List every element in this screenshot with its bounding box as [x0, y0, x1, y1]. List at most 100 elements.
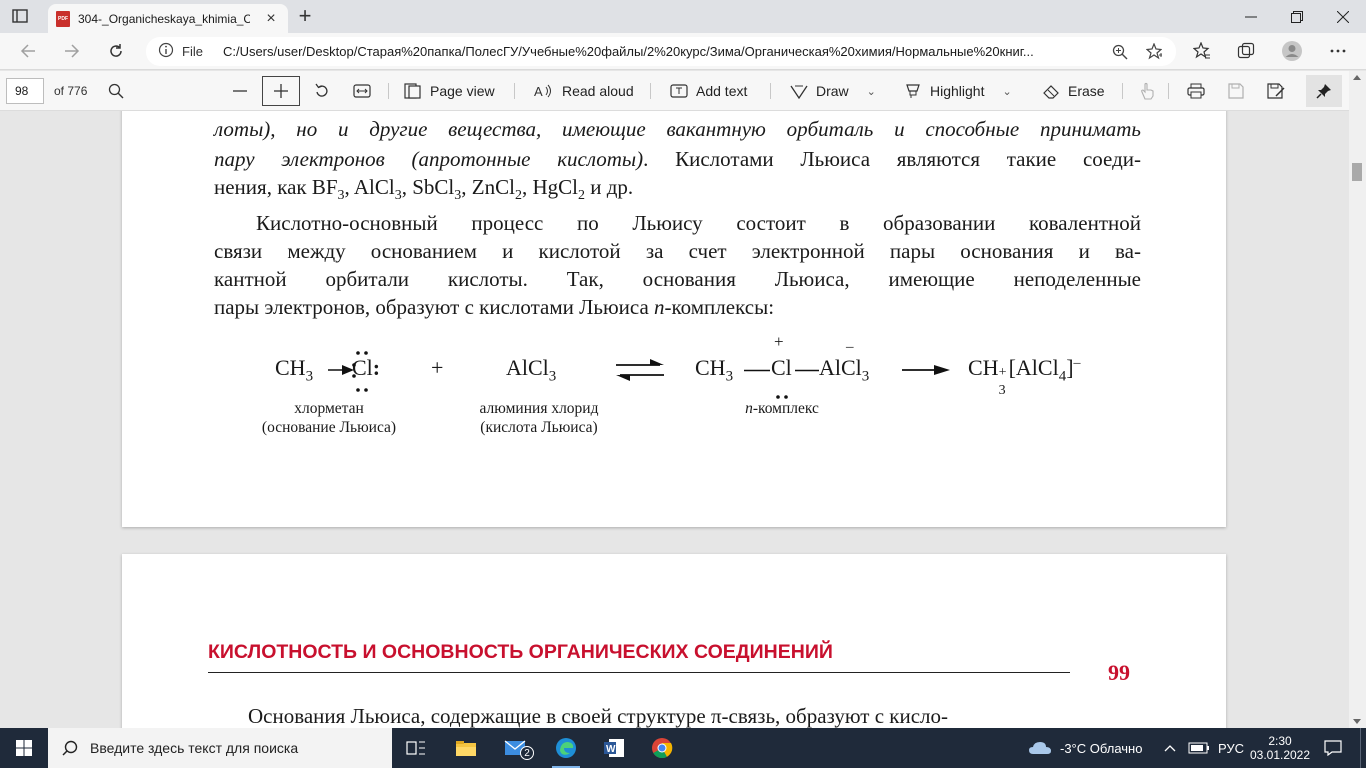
product-formula: CH +3 [AlCl4]–: [968, 355, 1081, 398]
more-menu-icon[interactable]: [1324, 38, 1352, 64]
info-icon[interactable]: [158, 42, 174, 61]
show-desktop-button[interactable]: [1360, 728, 1366, 768]
close-tab-icon[interactable]: ×: [262, 10, 280, 28]
subscript: 3: [337, 188, 345, 204]
fit-width-icon[interactable]: [350, 79, 374, 103]
toolbar-divider: [1122, 83, 1123, 99]
save-as-icon[interactable]: [1264, 79, 1288, 103]
highlight-label: Highlight: [930, 83, 985, 99]
cloud-icon: [1029, 742, 1051, 754]
draw-label: Draw: [816, 83, 849, 99]
start-button[interactable]: [0, 728, 48, 768]
rotate-icon[interactable]: [310, 79, 334, 103]
battery-icon[interactable]: [1188, 728, 1210, 768]
eraser-icon: [1043, 85, 1059, 99]
caption-acid-name: алюминия хлорид: [479, 400, 599, 417]
file-explorer-icon[interactable]: [442, 728, 490, 768]
highlight-button[interactable]: Highlight ⌄: [904, 79, 1012, 103]
draw-button[interactable]: Draw ⌄: [790, 79, 876, 103]
page-view-icon: [404, 83, 421, 99]
search-icon: [62, 740, 78, 756]
refresh-icon[interactable]: [102, 38, 130, 64]
close-window-icon[interactable]: [1320, 0, 1366, 33]
address-url[interactable]: C:/Users/user/Desktop/Старая%20папка/Пол…: [223, 44, 1093, 59]
paragraph-line: кантной орбитали кислоты. Так, основания…: [214, 267, 1141, 291]
page-view-button[interactable]: Page view: [404, 79, 495, 103]
pin-icon: [1316, 84, 1331, 99]
add-text-button[interactable]: Add text: [670, 79, 747, 103]
save-icon[interactable]: [1224, 79, 1248, 103]
tab-actions-icon[interactable]: [8, 5, 32, 27]
minimize-icon[interactable]: [1228, 0, 1274, 33]
italic-text: пару электронов (апротонные кислоты): [214, 147, 644, 171]
text: нения, как BF: [214, 175, 338, 199]
draw-dropdown-chevron-icon[interactable]: ⌄: [867, 85, 876, 98]
n-complex-alcl3: AlCl3: [819, 355, 870, 385]
text: -комплексы:: [664, 295, 775, 319]
clock-time: 2:30: [1268, 734, 1292, 748]
svg-text:A: A: [534, 84, 543, 99]
scroll-up-icon[interactable]: [1353, 75, 1361, 80]
read-aloud-button[interactable]: A Read aloud: [534, 79, 634, 103]
page-number-input[interactable]: 98: [6, 78, 44, 104]
task-view-icon[interactable]: [392, 728, 440, 768]
active-tab[interactable]: PDF 304-_Organicheskaya_khimia_Ch ×: [48, 4, 288, 33]
show-hidden-icons-icon[interactable]: [1164, 728, 1176, 768]
add-text-icon: [670, 84, 688, 98]
toolbar-divider: [388, 83, 389, 99]
highlight-dropdown-chevron-icon[interactable]: ⌄: [1002, 85, 1011, 98]
zoom-in-button[interactable]: [262, 76, 300, 106]
text: , AlCl: [344, 175, 395, 199]
language-indicator[interactable]: РУС: [1218, 728, 1244, 768]
mail-icon[interactable]: 2: [492, 728, 540, 768]
subscript: 2: [514, 188, 522, 204]
mail-badge: 2: [520, 746, 534, 760]
collections-icon[interactable]: [1232, 38, 1260, 64]
text: , SbCl: [401, 175, 455, 199]
page-view-label: Page view: [430, 83, 495, 99]
paragraph-line: Кислотно-основный процесс по Льюису сост…: [256, 211, 1141, 235]
back-icon[interactable]: [14, 38, 42, 64]
edge-browser-icon[interactable]: [542, 728, 590, 768]
taskbar-search-box[interactable]: Введите здесь текст для поиска: [48, 728, 392, 768]
zoom-out-icon[interactable]: [228, 79, 252, 103]
paragraph-line: пары электронов, образуют с кислотами Ль…: [214, 295, 1141, 320]
pdf-viewer[interactable]: лоты), но и другие вещества, имеющие вак…: [0, 111, 1349, 728]
pdf-file-icon: PDF: [56, 10, 70, 27]
subscript: 3: [394, 188, 402, 204]
add-favorite-icon[interactable]: [1146, 43, 1162, 60]
running-head: КИСЛОТНОСТЬ И ОСНОВНОСТЬ ОРГАНИЧЕСКИХ СО…: [208, 641, 833, 663]
erase-label: Erase: [1068, 83, 1105, 99]
vertical-scrollbar[interactable]: [1349, 71, 1366, 728]
touch-write-icon[interactable]: [1135, 79, 1159, 103]
caption-acid-role: (кислота Льюиса): [480, 419, 598, 436]
weather-widget[interactable]: -3°C Облачно: [1028, 728, 1142, 768]
notifications-icon[interactable]: [1324, 728, 1342, 768]
zoom-icon[interactable]: [1112, 44, 1128, 60]
search-icon[interactable]: [104, 79, 128, 103]
clock-date: 03.01.2022: [1249, 748, 1311, 762]
windows-taskbar: Введите здесь текст для поиска 2 W -3°C …: [0, 728, 1366, 768]
pdf-page-99: КИСЛОТНОСТЬ И ОСНОВНОСТЬ ОРГАНИЧЕСКИХ СО…: [122, 554, 1226, 728]
pin-toolbar-button[interactable]: [1306, 75, 1342, 107]
forward-icon[interactable]: [58, 38, 86, 64]
add-text-label: Add text: [696, 83, 748, 99]
header-rule: [208, 672, 1070, 673]
reaction-arrow-icon: [902, 365, 950, 375]
scroll-down-icon[interactable]: [1353, 719, 1361, 724]
print-icon[interactable]: [1184, 79, 1208, 103]
word-icon[interactable]: W: [590, 728, 638, 768]
address-bar[interactable]: File C:/Users/user/Desktop/Старая%20папк…: [146, 37, 1176, 66]
favorites-icon[interactable]: [1188, 38, 1216, 64]
text: . Кислотами Льюиса являются такие соеди-: [643, 147, 1141, 171]
new-tab-icon[interactable]: +: [294, 5, 316, 28]
profile-avatar-icon[interactable]: [1278, 38, 1306, 64]
chrome-icon[interactable]: [638, 728, 686, 768]
erase-button[interactable]: Erase: [1042, 79, 1105, 103]
toolbar-divider: [770, 83, 771, 99]
plus-sign: +: [431, 355, 444, 380]
scrollbar-thumb[interactable]: [1352, 163, 1362, 181]
clock[interactable]: 2:30 03.01.2022: [1249, 728, 1311, 768]
restore-icon[interactable]: [1274, 0, 1320, 33]
chloromethane-formula: CH3: [275, 355, 314, 385]
